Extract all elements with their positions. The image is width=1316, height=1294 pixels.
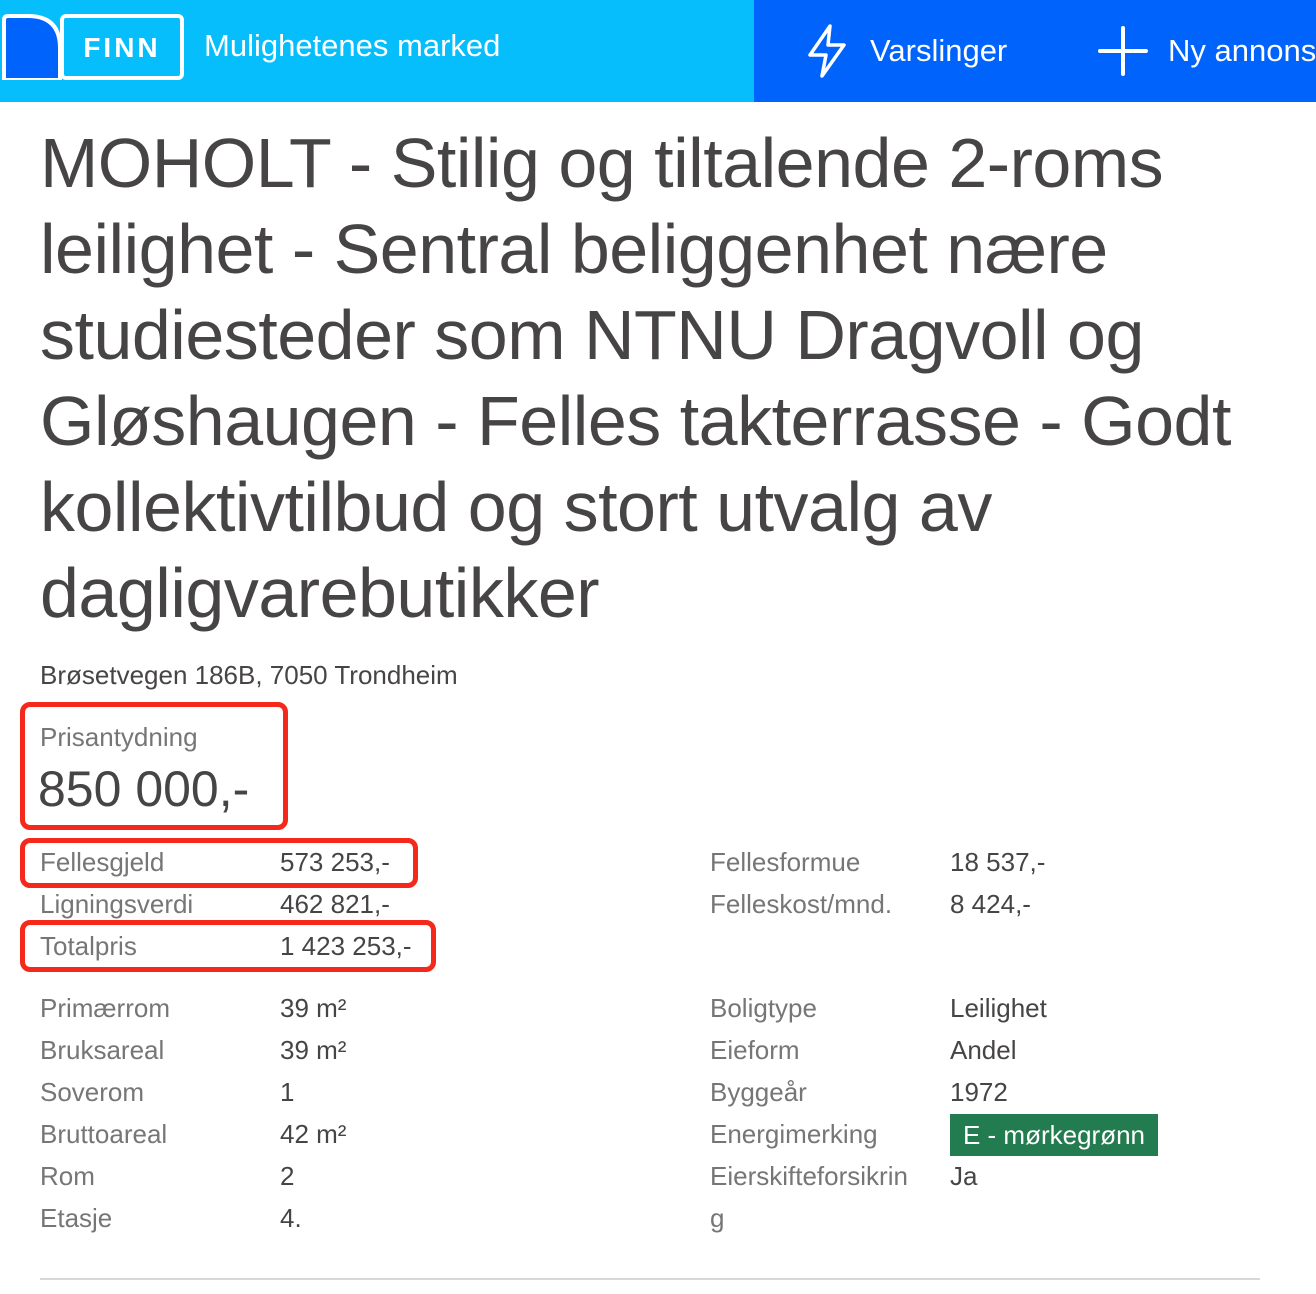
- alerts-link[interactable]: Varslinger: [804, 0, 1007, 102]
- detail-label: Bruksareal: [40, 1035, 165, 1065]
- detail-value: 2: [280, 1161, 295, 1191]
- new-ad-link[interactable]: Ny annons: [1098, 0, 1316, 102]
- cost-label: Totalpris: [40, 931, 137, 961]
- section-divider: [40, 1278, 1260, 1280]
- price-value: 850 000,-: [38, 761, 250, 817]
- detail-value: Leilighet: [950, 993, 1047, 1023]
- new-ad-label: Ny annons: [1168, 33, 1316, 68]
- energy-rating-badge: E - mørkegrønn: [950, 1114, 1158, 1156]
- cost-label: Fellesgjeld: [40, 847, 165, 877]
- lightning-icon: [808, 24, 846, 78]
- detail-label: Byggeår: [710, 1077, 807, 1107]
- detail-value: 42 m²: [280, 1119, 347, 1149]
- detail-label: Primærrom: [40, 993, 170, 1023]
- detail-label: Energimerking: [710, 1119, 878, 1149]
- detail-value: 4.: [280, 1203, 302, 1233]
- detail-value: 39 m²: [280, 993, 347, 1023]
- detail-label: Eieform: [710, 1035, 800, 1065]
- detail-value: 1: [280, 1077, 295, 1107]
- site-tagline: Mulighetenes marked: [204, 28, 501, 63]
- alerts-label: Varslinger: [870, 33, 1008, 68]
- detail-label: Rom: [40, 1161, 95, 1191]
- listing-address: Brøsetvegen 186B, 7050 Trondheim: [40, 660, 458, 690]
- detail-label-continued: g: [710, 1203, 725, 1233]
- listing-title: MOHOLT - Stilig og tiltalende 2-roms lei…: [40, 124, 1231, 632]
- detail-label: Eierskifteforsikrin: [710, 1161, 908, 1191]
- cost-value: 8 424,-: [950, 889, 1031, 919]
- cost-label: Fellesformue: [710, 847, 861, 877]
- finn-logo[interactable]: FINN: [0, 14, 184, 80]
- detail-value: 39 m²: [280, 1035, 347, 1065]
- cost-value: 573 253,-: [280, 847, 390, 877]
- svg-text:FINN: FINN: [83, 32, 160, 63]
- cost-label: Ligningsverdi: [40, 889, 194, 919]
- detail-value: Ja: [950, 1161, 978, 1191]
- detail-value: 1972: [950, 1077, 1008, 1107]
- detail-value: Andel: [950, 1035, 1017, 1065]
- cost-label: Felleskost/mnd.: [710, 889, 893, 919]
- detail-label: Bruttoareal: [40, 1119, 168, 1149]
- cost-value: 18 537,-: [950, 847, 1046, 877]
- price-label: Prisantydning: [40, 722, 198, 752]
- detail-label: Etasje: [40, 1203, 113, 1233]
- plus-icon: [1098, 26, 1148, 76]
- cost-value: 462 821,-: [280, 889, 390, 919]
- top-bar: FINN Mulighetenes marked Varslinger Ny a…: [0, 0, 1316, 102]
- detail-label: Boligtype: [710, 993, 817, 1023]
- cost-value: 1 423 253,-: [280, 931, 412, 961]
- detail-label: Soverom: [40, 1077, 145, 1107]
